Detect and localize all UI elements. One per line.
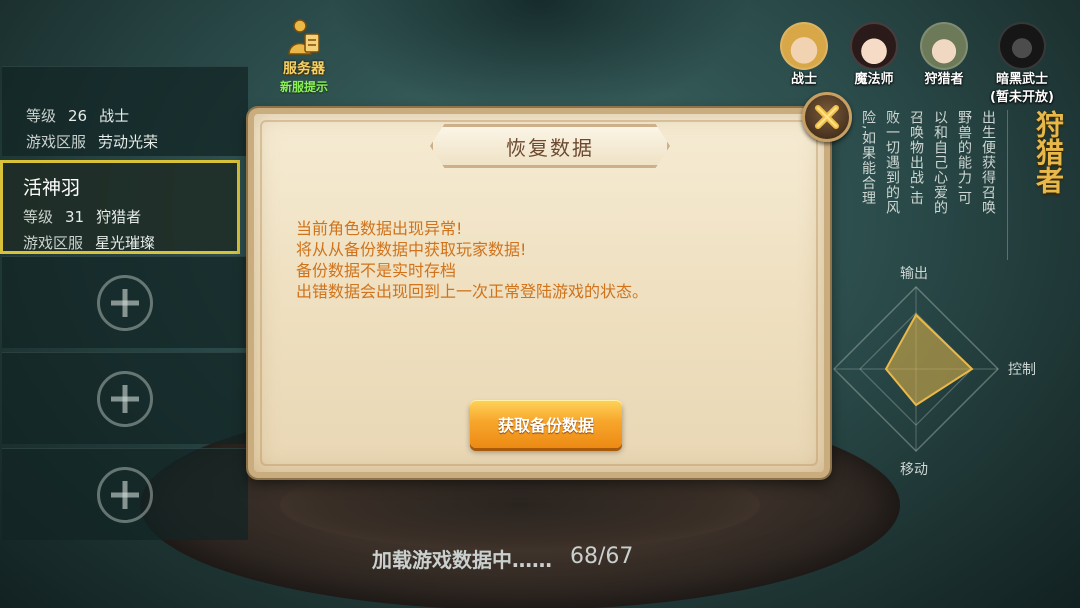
radar-label-control: 控制: [1008, 362, 1036, 378]
class-value: 战士: [99, 107, 130, 125]
dialog-title: 恢复数据: [506, 135, 594, 160]
server-title: 服务器: [283, 61, 325, 77]
class-name-dark-knight: 暗黑武士: [995, 72, 1048, 87]
server-subtitle: 新服提示: [279, 80, 328, 94]
divider: [1007, 110, 1008, 260]
dialog-title-banner: 恢复数据: [430, 124, 670, 168]
attribute-radar: 输出 控制 移动: [826, 265, 1046, 478]
dialog-line-3: 备份数据不是实时存档: [296, 261, 457, 280]
class-name-mage: 魔法师: [854, 72, 894, 87]
empty-slot-3[interactable]: [2, 448, 248, 540]
description-line-5: 败一切遇到的风: [884, 110, 900, 215]
description-line-3: 以和自己心爱的: [932, 110, 948, 215]
level-label: 等级: [23, 208, 54, 226]
description-line-6: 险,如果能合理: [860, 110, 876, 206]
level-value: 31: [65, 208, 85, 226]
restore-data-dialog: 恢复数据 当前角色数据出现异常! 将从从备份数据中获取玩家数据! 备份数据不是实…: [248, 108, 830, 478]
close-dialog-button[interactable]: [802, 92, 852, 142]
description-line-1: 出生便获得召唤: [980, 110, 996, 215]
background-foliage: [330, 0, 750, 120]
plus-icon: [97, 274, 153, 331]
close-x-icon: [815, 105, 839, 129]
loading-text: 加载游戏数据中……: [372, 548, 552, 572]
empty-slot-1[interactable]: [2, 256, 248, 348]
class-mage[interactable]: 魔法师: [842, 22, 906, 106]
dialog-line-2: 将从从备份数据中获取玩家数据!: [296, 240, 527, 259]
class-name-warrior: 战士: [790, 72, 817, 87]
character-slot-selected[interactable]: 活神羽 等级 31 狩猎者 游戏区服 星光璀璨: [0, 160, 240, 254]
plus-icon: [97, 370, 153, 427]
character-name: 活神羽: [23, 177, 81, 199]
hunter-portrait: [920, 22, 968, 70]
zone-value: 劳动光荣: [98, 133, 159, 151]
mage-portrait: [850, 22, 898, 70]
plus-icon: [97, 466, 153, 523]
warrior-portrait: [780, 22, 828, 70]
radar-label-mobility: 移动: [900, 462, 928, 478]
class-hunter[interactable]: 狩猎者: [912, 22, 976, 106]
class-info-title: 狩猎者: [1032, 110, 1065, 194]
zone-label: 游戏区服: [26, 133, 87, 151]
dialog-message: 当前角色数据出现异常! 将从从备份数据中获取玩家数据! 备份数据不是实时存档 出…: [296, 218, 796, 302]
class-locked-note: (暂未开放): [990, 90, 1054, 105]
server-person-icon: [284, 18, 324, 58]
description-line-4: 召唤物出战,击: [908, 110, 924, 206]
level-value: 26: [68, 107, 88, 125]
dialog-line-1: 当前角色数据出现异常!: [296, 219, 463, 238]
class-name-hunter: 狩猎者: [924, 72, 964, 87]
loading-progress: 68/67: [570, 544, 634, 569]
character-slots: 等级 26 战士 游戏区服 劳动光荣 活神羽 等级 31 狩猎者 游戏区服 星光…: [0, 66, 248, 556]
empty-slot-2[interactable]: [2, 352, 248, 444]
dark-knight-portrait: [998, 22, 1046, 70]
loading-status: 加载游戏数据中…… 68/67: [372, 544, 633, 573]
zone-label: 游戏区服: [23, 234, 84, 252]
class-value: 狩猎者: [96, 208, 142, 226]
description-line-2: 野兽的能力,可: [956, 110, 972, 206]
class-dark-knight[interactable]: 暗黑武士 (暂未开放): [982, 22, 1062, 106]
server-button[interactable]: 服务器 新服提示: [270, 18, 338, 94]
zone-value: 星光璀璨: [95, 234, 156, 252]
radar-label-output: 输出: [900, 266, 928, 282]
get-backup-data-button[interactable]: 获取备份数据: [470, 400, 622, 448]
dialog-line-4: 出错数据会出现回到上一次正常登陆游戏的状态。: [296, 282, 649, 301]
class-description: 狩猎者 出生便获得召唤 野兽的能力,可 以和自己心爱的 召唤物出战,击 败一切遇…: [859, 110, 1068, 260]
character-slot-1[interactable]: 等级 26 战士 游戏区服 劳动光荣: [2, 66, 248, 156]
level-label: 等级: [26, 107, 57, 125]
